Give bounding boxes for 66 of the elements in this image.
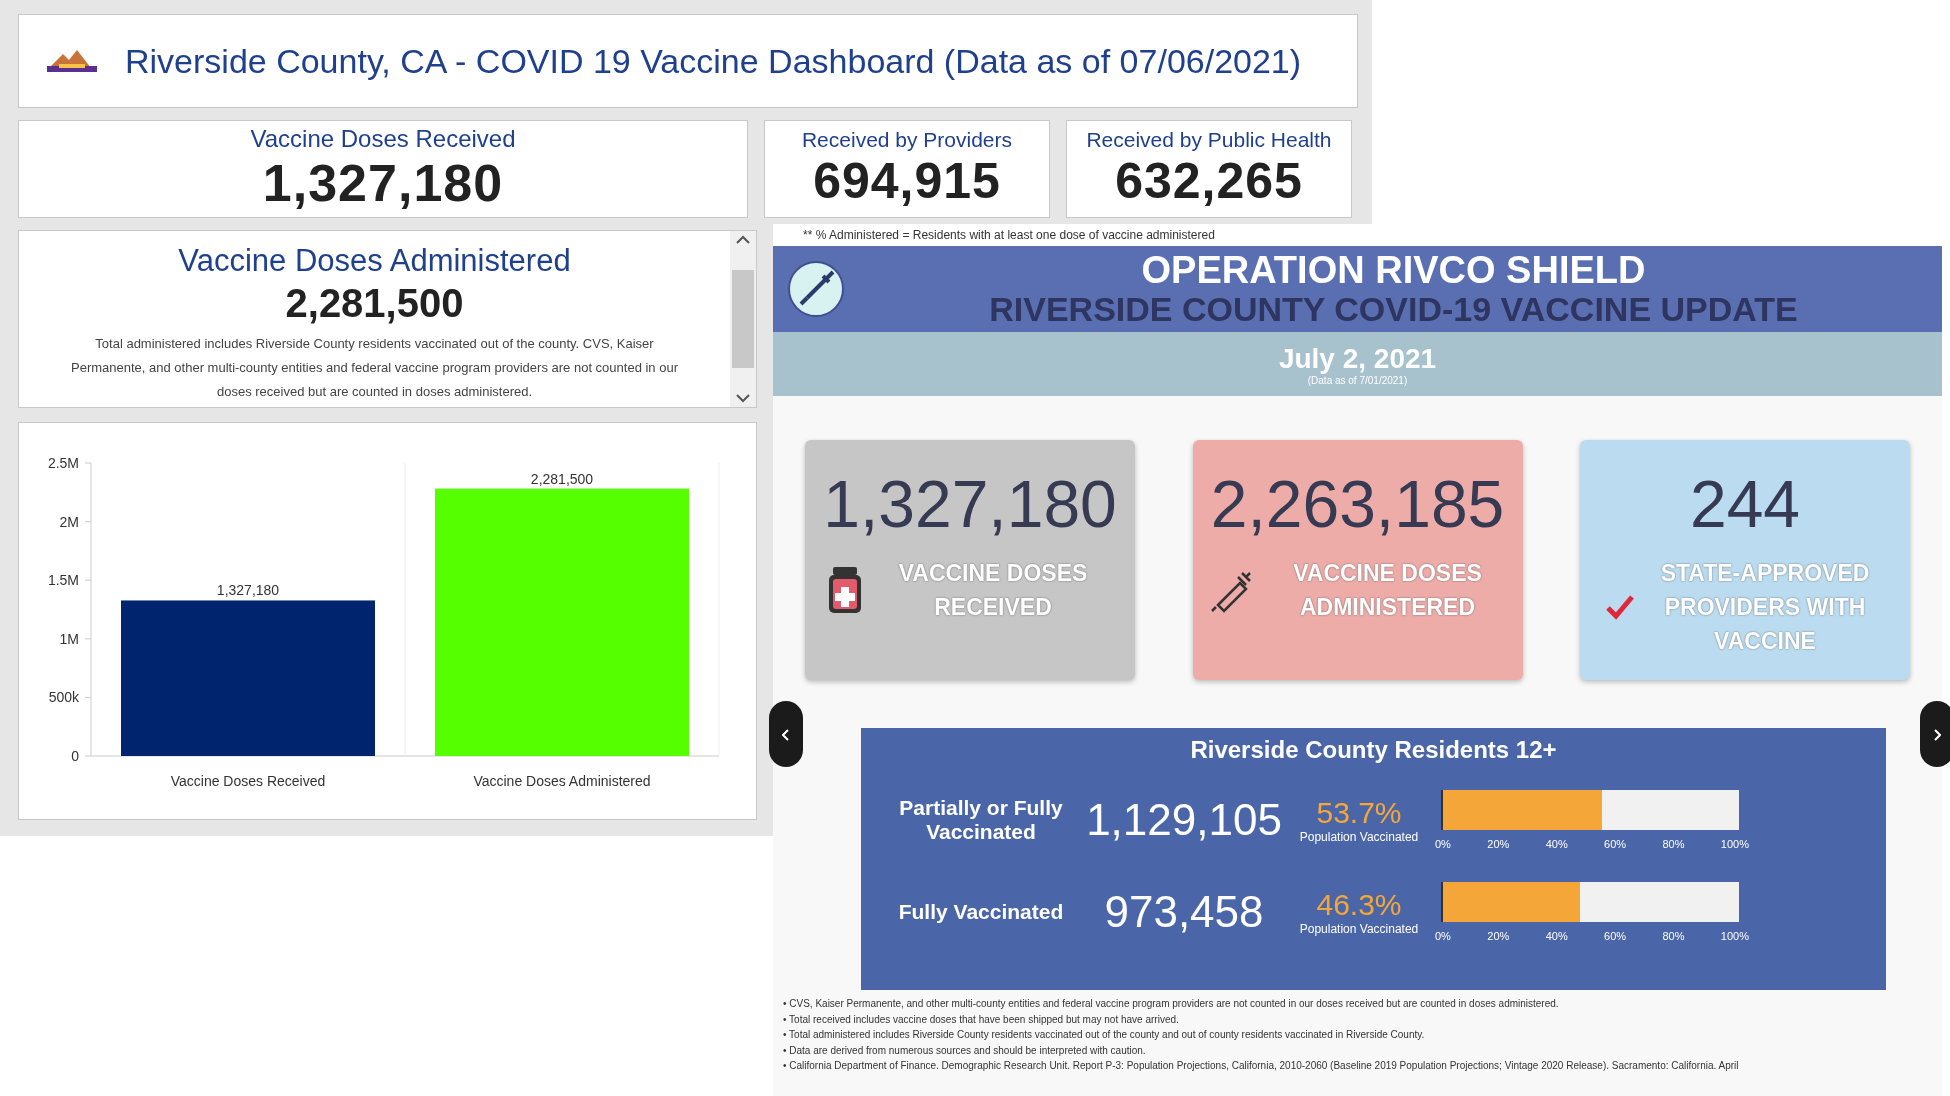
card-label: Received by Public Health xyxy=(1086,128,1332,152)
card-value: 2,281,500 xyxy=(285,281,464,326)
stat-value: 2,263,185 xyxy=(1210,466,1505,542)
stat-label: VACCINE DOSES RECEIVED xyxy=(897,559,1089,622)
dashboard-title: Riverside County, CA - COVID 19 Vaccine Dashboard (Data as of 07/06/2021) xyxy=(125,41,1302,81)
y-tick-label: 2M xyxy=(59,513,79,530)
axis-tick-label: 40% xyxy=(1545,838,1568,850)
axis-tick-label: 80% xyxy=(1662,930,1685,942)
row-value: 1,129,105 xyxy=(1085,795,1283,845)
axis-tick-label: 20% xyxy=(1487,930,1510,942)
x-category-label: Vaccine Doses Administered xyxy=(473,773,651,789)
card-label: Vaccine Doses Administered xyxy=(178,243,571,279)
y-tick-label: 1.5M xyxy=(47,572,79,589)
axis-tick-label: 20% xyxy=(1487,838,1510,850)
card-value: 694,915 xyxy=(813,152,1001,210)
row-label: Partially or Fully Vaccinated xyxy=(898,796,1064,844)
axis-tick-label: 40% xyxy=(1545,930,1568,942)
previous-button[interactable] xyxy=(769,701,803,767)
residents-title: Riverside County Residents 12+ xyxy=(1190,736,1557,764)
next-button[interactable] xyxy=(1920,701,1950,767)
percent-value: 53.7% xyxy=(1316,796,1402,830)
footnote: • CVS, Kaiser Permanente, and other multi-county entities and federal vaccine program providers are not counted in our doses received but are counted in doses administered. xyxy=(783,997,1560,1011)
footnote: • Data are derived from numerous sources and should be interpreted with caution. xyxy=(783,1043,1147,1058)
percent-caption: Population Vaccinated xyxy=(1299,830,1419,844)
x-category-label: Vaccine Doses Received xyxy=(170,773,326,789)
bar-value-label: 2,281,500 xyxy=(530,470,594,487)
update-title: OPERATION RIVCO SHIELD xyxy=(1141,250,1646,290)
axis-tick-label: 80% xyxy=(1662,838,1685,850)
stat-value: 244 xyxy=(1689,466,1801,542)
axis-tick-label: 60% xyxy=(1604,838,1627,850)
stat-label: STATE-APPROVED PROVIDERS WITH VACCINE xyxy=(1659,559,1871,656)
y-tick-label: 2.5M xyxy=(47,455,79,471)
scroll-up-icon[interactable] xyxy=(735,235,751,245)
syringe-icon xyxy=(787,260,845,318)
card-value: 632,265 xyxy=(1115,152,1303,210)
check-mark-icon xyxy=(1605,594,1635,620)
bar-value-label: 1,327,180 xyxy=(216,582,280,599)
stat-label: VACCINE DOSES ADMINISTERED xyxy=(1292,559,1483,622)
y-tick-label: 1M xyxy=(59,630,79,647)
medicine-bottle-icon xyxy=(827,565,863,615)
y-tick-label: 0 xyxy=(71,748,79,764)
axis-tick-label: 60% xyxy=(1604,930,1627,942)
update-date: July 2, 2021 xyxy=(1278,342,1437,375)
chevron-right-icon xyxy=(1933,728,1941,741)
scrollbar[interactable] xyxy=(730,231,756,407)
data-as-of: (Data as of 7/01/2021) xyxy=(1307,374,1408,386)
row-label: Fully Vaccinated xyxy=(897,900,1065,924)
axis-tick-label: 0% xyxy=(1435,838,1451,850)
footnote: • California Department of Finance. Demographic Research Unit. Report P-3: Population Projections, California, 2010-2060 (Baseline 2019 Population Projections; Vintage 2020 Release). Sacramento: California. April xyxy=(783,1059,1740,1073)
axis-tick-label: 0% xyxy=(1435,930,1451,942)
card-value: 1,327,180 xyxy=(262,153,504,213)
footnote: • Total administered includes Riverside County residents vaccinated out of the county and out of county residents vaccinated in Riverside County. xyxy=(783,1028,1426,1042)
card-note: Total administered includes Riverside County residents vaccinated out of the county. CVS, Kaiser Permanente, and other multi-county entities and federal vaccine program providers are not counted in our doses received but are counted in doses administered. xyxy=(70,335,679,401)
stat-value: 1,327,180 xyxy=(823,466,1117,542)
axis-tick-label: 100% xyxy=(1720,838,1749,850)
scroll-down-icon[interactable] xyxy=(735,393,751,403)
footnote: • Total received includes vaccine doses that have been shipped but may not have arrived. xyxy=(783,1012,1180,1027)
y-tick-label: 500k xyxy=(48,689,79,706)
axis-tick-label: 100% xyxy=(1720,930,1749,942)
card-label: Received by Providers xyxy=(801,128,1013,152)
card-label: Vaccine Doses Received xyxy=(250,125,516,153)
row-value: 973,458 xyxy=(1103,887,1265,937)
percent-caption: Population Vaccinated xyxy=(1299,922,1419,936)
chevron-left-icon xyxy=(782,728,790,741)
update-subtitle: RIVERSIDE COUNTY COVID-19 VACCINE UPDATE xyxy=(989,290,1798,328)
percent-value: 46.3% xyxy=(1316,888,1402,922)
